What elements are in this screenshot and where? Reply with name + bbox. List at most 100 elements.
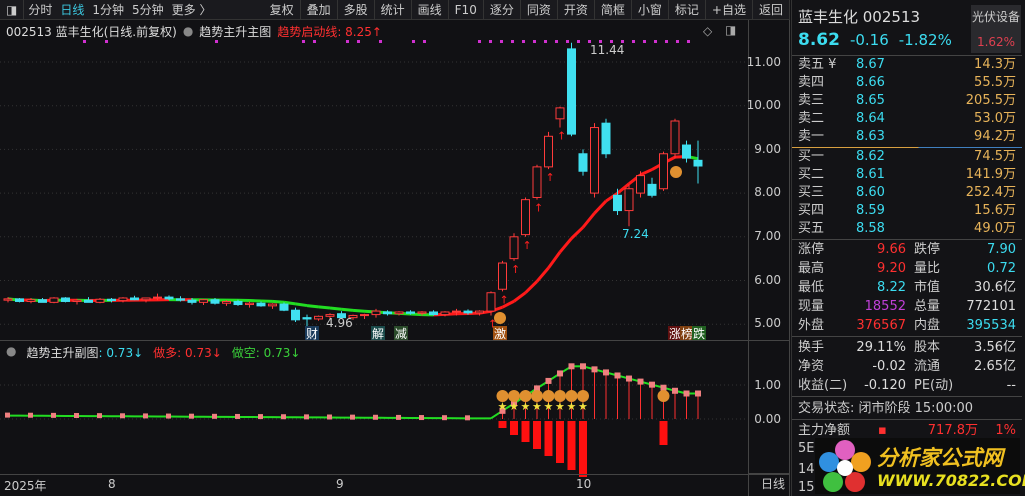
sub-marker bbox=[683, 390, 690, 397]
kline-chart[interactable]: ↑↑↑↑↑↑↑11.447.244.96财解减激涨榜跌★ ★ ★ ★ ★ ★ ★ ★ bbox=[0, 0, 748, 496]
stats-cell: 跌停 bbox=[914, 242, 941, 257]
ytick: 0.00 bbox=[754, 412, 781, 426]
sub-marker bbox=[350, 414, 355, 420]
asks-cell: 53.0万 bbox=[974, 111, 1016, 126]
candle bbox=[532, 166, 542, 198]
asks-cell: 卖四 bbox=[798, 75, 825, 90]
star-icon: ★ bbox=[578, 400, 588, 413]
flow-bar bbox=[659, 421, 668, 445]
asks-row: 卖三 8.65 205.5万 bbox=[792, 92, 1022, 110]
candle bbox=[475, 310, 484, 314]
stats-row: 外盘 376567 内盘 395534 bbox=[792, 316, 1022, 335]
low-price-label-2: 4.96 bbox=[326, 316, 353, 330]
candle bbox=[279, 303, 289, 311]
ytick: 8.00 bbox=[754, 185, 781, 199]
bids-cell: 15.6万 bbox=[974, 203, 1016, 218]
stats2-cell: 29.11% bbox=[856, 340, 906, 355]
sub-marker bbox=[626, 375, 632, 382]
star-icon: ★ bbox=[498, 400, 508, 413]
money-bag-icon bbox=[657, 390, 670, 402]
sector-badge[interactable]: 光伏设备 1.62% bbox=[971, 5, 1021, 53]
sub-marker bbox=[327, 414, 332, 420]
stats2-cell: 净资 bbox=[798, 359, 825, 374]
signal-dot bbox=[489, 40, 492, 43]
signal-dot bbox=[665, 40, 668, 43]
sub-marker bbox=[614, 372, 621, 379]
signal-dot bbox=[566, 40, 569, 43]
candle bbox=[245, 302, 254, 306]
stats-cell: 376567 bbox=[856, 318, 906, 333]
candle bbox=[371, 310, 381, 316]
ytick: 10.00 bbox=[746, 98, 781, 112]
bids-cell: 49.0万 bbox=[974, 221, 1016, 236]
candle bbox=[682, 144, 691, 159]
stats-cell: 395534 bbox=[966, 318, 1016, 333]
signal-dot bbox=[500, 40, 503, 43]
up-arrow-icon: ↑ bbox=[546, 171, 555, 184]
signal-tag: 激 bbox=[494, 327, 506, 341]
divider bbox=[0, 340, 790, 341]
signal-dot bbox=[302, 40, 305, 43]
candle bbox=[452, 310, 461, 313]
asks-cell: 94.2万 bbox=[974, 129, 1016, 144]
sub-value: : 0.73↓ bbox=[98, 346, 144, 360]
stats-cell: 现量 bbox=[798, 299, 825, 314]
star-icon: ★ bbox=[532, 400, 542, 413]
signal-dot bbox=[676, 40, 679, 43]
trend-line-segment bbox=[524, 280, 539, 294]
sub-marker bbox=[166, 413, 171, 419]
signal-dot bbox=[423, 40, 426, 43]
bids-row: 买二 8.61 141.9万 bbox=[792, 166, 1022, 184]
bids-cell: 8.58 bbox=[856, 221, 885, 236]
sub-marker bbox=[568, 363, 575, 370]
signal-dot bbox=[687, 40, 690, 43]
signal-dot bbox=[555, 40, 558, 43]
stats2-cell: -- bbox=[1006, 378, 1016, 393]
dropdown-icon[interactable]: ● bbox=[6, 344, 16, 361]
stats-row: 涨停 9.66 跌停 7.90 bbox=[792, 240, 1022, 259]
flow-bar bbox=[556, 421, 564, 463]
asks-cell: 卖三 bbox=[798, 93, 825, 108]
stats2-cell: 流通 bbox=[914, 359, 941, 374]
asks-cell: 8.65 bbox=[856, 93, 885, 108]
up-arrow-icon: ↑ bbox=[523, 239, 532, 252]
sub-marker bbox=[419, 415, 424, 421]
sector-pct: 1.62% bbox=[976, 35, 1016, 49]
asks-cell: 8.64 bbox=[856, 111, 885, 126]
candle bbox=[360, 314, 369, 317]
stats-row: 最高 9.20 量比 0.72 bbox=[792, 259, 1022, 278]
last-price: 8.62 bbox=[798, 30, 840, 50]
flow-bar bbox=[521, 421, 530, 442]
stats2-cell: 收益(二) bbox=[798, 378, 848, 393]
sub-marker bbox=[258, 414, 263, 420]
candle bbox=[130, 297, 139, 301]
stats-cell: 总量 bbox=[914, 299, 941, 314]
stats-cell: 量比 bbox=[914, 261, 941, 276]
price-change: -0.16 bbox=[849, 31, 889, 49]
watermark-title: 分析家公式网 bbox=[877, 446, 1003, 470]
bids-row: 买五 8.58 49.0万 bbox=[792, 220, 1022, 238]
sub-marker bbox=[637, 378, 644, 385]
stats-cell: 9.20 bbox=[877, 261, 906, 276]
candle bbox=[429, 311, 438, 316]
asks-cell: 8.66 bbox=[856, 75, 885, 90]
sector-name: 光伏设备 bbox=[971, 10, 1020, 24]
candle bbox=[636, 175, 645, 194]
date-label: 9 bbox=[336, 477, 344, 491]
star-icon: ★ bbox=[567, 400, 577, 413]
price-row: 8.62 -0.16 -1.82% bbox=[798, 30, 952, 50]
trend-line-segment bbox=[513, 291, 527, 303]
toolbar-button-13[interactable]: 返回 bbox=[753, 0, 790, 20]
up-arrow-icon: ↑ bbox=[534, 202, 543, 215]
candle bbox=[383, 311, 392, 315]
signal-dot bbox=[346, 40, 349, 43]
stats2-cell: -0.02 bbox=[872, 359, 906, 374]
trend-line-segment bbox=[639, 168, 653, 177]
trend-line-segment bbox=[318, 305, 331, 310]
candle bbox=[406, 311, 415, 314]
stats-cell: 内盘 bbox=[914, 318, 941, 333]
candle bbox=[302, 317, 312, 320]
candle bbox=[38, 299, 47, 303]
trend-line-segment bbox=[410, 312, 423, 317]
flow-bar bbox=[579, 421, 587, 477]
